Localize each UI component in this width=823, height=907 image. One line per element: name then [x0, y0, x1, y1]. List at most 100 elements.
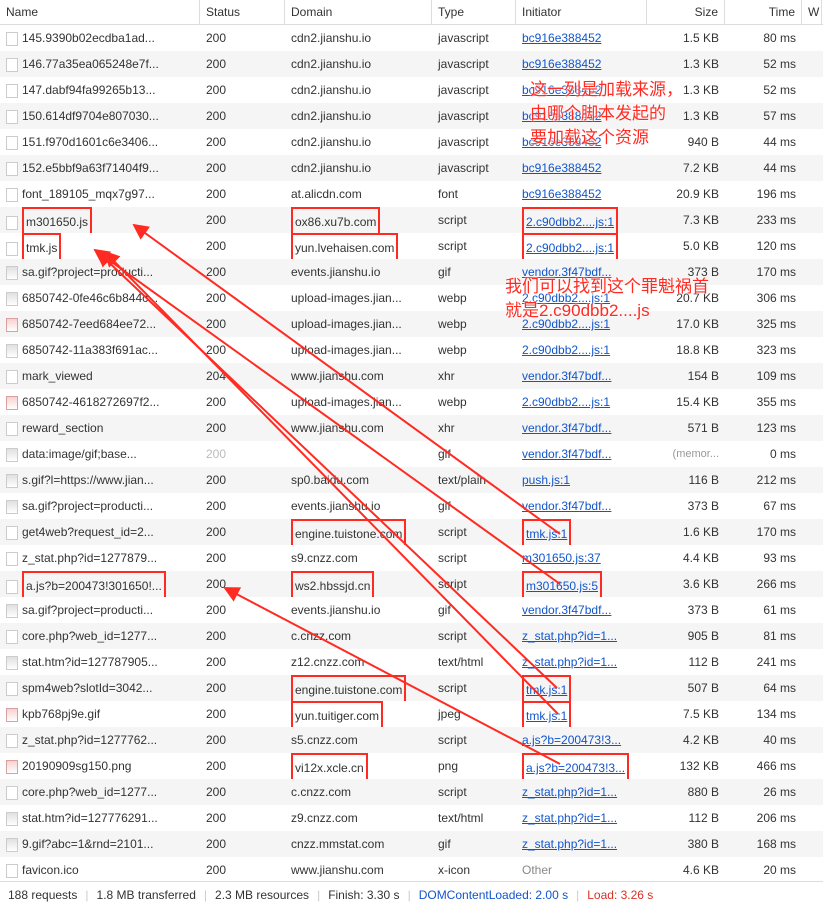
- table-row[interactable]: 151.f970d1601c6e3406...200cdn2.jianshu.i…: [0, 129, 823, 155]
- cell-name[interactable]: 152.e5bbf9a63f71404f9...: [0, 155, 200, 181]
- table-row[interactable]: 6850742-11a383f691ac...200upload-images.…: [0, 337, 823, 363]
- cell-initiator[interactable]: vendor.3f47bdf...: [516, 441, 647, 467]
- cell-initiator[interactable]: 2.c90dbb2....js:1: [516, 207, 647, 233]
- table-row[interactable]: 9.gif?abc=1&rnd=2101...200cnzz.mmstat.co…: [0, 831, 823, 857]
- cell-initiator[interactable]: tmk.js:1: [516, 519, 647, 545]
- cell-initiator[interactable]: vendor.3f47bdf...: [516, 363, 647, 389]
- cell-name[interactable]: data:image/gif;base...: [0, 441, 200, 467]
- header-time[interactable]: Time: [725, 0, 802, 24]
- cell-name[interactable]: 6850742-11a383f691ac...: [0, 337, 200, 363]
- table-row[interactable]: get4web?request_id=2...200engine.tuiston…: [0, 519, 823, 545]
- cell-name[interactable]: 145.9390b02ecdba1ad...: [0, 25, 200, 51]
- cell-initiator[interactable]: 2.c90dbb2....js:1: [516, 285, 647, 311]
- cell-name[interactable]: kpb768pj9e.gif: [0, 701, 200, 727]
- cell-name[interactable]: stat.htm?id=127776291...: [0, 805, 200, 831]
- cell-name[interactable]: mark_viewed: [0, 363, 200, 389]
- cell-name[interactable]: m301650.js: [0, 207, 200, 233]
- cell-initiator[interactable]: a.js?b=200473!3...: [516, 753, 647, 779]
- cell-initiator[interactable]: vendor.3f47bdf...: [516, 493, 647, 519]
- cell-name[interactable]: 6850742-4618272697f2...: [0, 389, 200, 415]
- cell-initiator[interactable]: 2.c90dbb2....js:1: [516, 233, 647, 259]
- table-row[interactable]: kpb768pj9e.gif200yun.tuitiger.comjpegtmk…: [0, 701, 823, 727]
- table-row[interactable]: z_stat.php?id=1277762...200s5.cnzz.comsc…: [0, 727, 823, 753]
- cell-name[interactable]: 150.614df9704e807030...: [0, 103, 200, 129]
- cell-initiator[interactable]: z_stat.php?id=1...: [516, 623, 647, 649]
- table-row[interactable]: 145.9390b02ecdba1ad...200cdn2.jianshu.io…: [0, 25, 823, 51]
- cell-initiator[interactable]: vendor.3f47bdf...: [516, 597, 647, 623]
- cell-initiator[interactable]: m301650.js:37: [516, 545, 647, 571]
- cell-name[interactable]: 20190909sg150.png: [0, 753, 200, 779]
- table-row[interactable]: core.php?web_id=1277...200c.cnzz.comscri…: [0, 623, 823, 649]
- cell-initiator[interactable]: bc916e388452: [516, 129, 647, 155]
- table-row[interactable]: favicon.ico200www.jianshu.comx-iconOther…: [0, 857, 823, 883]
- cell-name[interactable]: 9.gif?abc=1&rnd=2101...: [0, 831, 200, 857]
- table-row[interactable]: reward_section200www.jianshu.comxhrvendo…: [0, 415, 823, 441]
- table-row[interactable]: sa.gif?project=producti...200events.jian…: [0, 493, 823, 519]
- header-type[interactable]: Type: [432, 0, 516, 24]
- table-row[interactable]: stat.htm?id=127787905...200z12.cnzz.comt…: [0, 649, 823, 675]
- cell-name[interactable]: tmk.js: [0, 233, 200, 259]
- cell-name[interactable]: z_stat.php?id=1277762...: [0, 727, 200, 753]
- table-row[interactable]: 152.e5bbf9a63f71404f9...200cdn2.jianshu.…: [0, 155, 823, 181]
- cell-name[interactable]: s.gif?l=https://www.jian...: [0, 467, 200, 493]
- cell-name[interactable]: core.php?web_id=1277...: [0, 779, 200, 805]
- cell-initiator[interactable]: bc916e388452: [516, 155, 647, 181]
- cell-initiator[interactable]: 2.c90dbb2....js:1: [516, 311, 647, 337]
- header-domain[interactable]: Domain: [285, 0, 432, 24]
- cell-name[interactable]: reward_section: [0, 415, 200, 441]
- table-row[interactable]: a.js?b=200473!301650!...200ws2.hbssjd.cn…: [0, 571, 823, 597]
- table-row[interactable]: stat.htm?id=127776291...200z9.cnzz.comte…: [0, 805, 823, 831]
- table-row[interactable]: tmk.js200yun.lvehaisen.comscript2.c90dbb…: [0, 233, 823, 259]
- cell-initiator[interactable]: Other: [516, 857, 647, 883]
- cell-name[interactable]: get4web?request_id=2...: [0, 519, 200, 545]
- cell-name[interactable]: 151.f970d1601c6e3406...: [0, 129, 200, 155]
- cell-initiator[interactable]: m301650.js:5: [516, 571, 647, 597]
- cell-name[interactable]: spm4web?slotId=3042...: [0, 675, 200, 701]
- cell-initiator[interactable]: z_stat.php?id=1...: [516, 649, 647, 675]
- cell-initiator[interactable]: z_stat.php?id=1...: [516, 805, 647, 831]
- cell-name[interactable]: 6850742-7eed684ee72...: [0, 311, 200, 337]
- cell-initiator[interactable]: push.js:1: [516, 467, 647, 493]
- cell-initiator[interactable]: bc916e388452: [516, 103, 647, 129]
- table-row[interactable]: 146.77a35ea065248e7f...200cdn2.jianshu.i…: [0, 51, 823, 77]
- header-size[interactable]: Size: [647, 0, 725, 24]
- table-row[interactable]: 20190909sg150.png200vi12x.xcle.cnpnga.js…: [0, 753, 823, 779]
- header-initiator[interactable]: Initiator: [516, 0, 647, 24]
- cell-initiator[interactable]: bc916e388452: [516, 25, 647, 51]
- table-row[interactable]: data:image/gif;base...200gifvendor.3f47b…: [0, 441, 823, 467]
- table-row[interactable]: core.php?web_id=1277...200c.cnzz.comscri…: [0, 779, 823, 805]
- table-row[interactable]: 6850742-7eed684ee72...200upload-images.j…: [0, 311, 823, 337]
- cell-name[interactable]: favicon.ico: [0, 857, 200, 883]
- table-row[interactable]: sa.gif?project=producti...200events.jian…: [0, 597, 823, 623]
- cell-name[interactable]: 6850742-0fe46c6b844c...: [0, 285, 200, 311]
- cell-name[interactable]: font_189105_mqx7g97...: [0, 181, 200, 207]
- header-name[interactable]: Name: [0, 0, 200, 24]
- table-row[interactable]: 150.614df9704e807030...200cdn2.jianshu.i…: [0, 103, 823, 129]
- cell-name[interactable]: z_stat.php?id=1277879...: [0, 545, 200, 571]
- cell-initiator[interactable]: vendor.3f47bdf...: [516, 415, 647, 441]
- table-row[interactable]: sa.gif?project=producti...200events.jian…: [0, 259, 823, 285]
- cell-initiator[interactable]: z_stat.php?id=1...: [516, 779, 647, 805]
- cell-initiator[interactable]: tmk.js:1: [516, 675, 647, 701]
- cell-name[interactable]: sa.gif?project=producti...: [0, 259, 200, 285]
- table-row[interactable]: z_stat.php?id=1277879...200s9.cnzz.comsc…: [0, 545, 823, 571]
- table-row[interactable]: 147.dabf94fa99265b13...200cdn2.jianshu.i…: [0, 77, 823, 103]
- cell-initiator[interactable]: vendor.3f47bdf...: [516, 259, 647, 285]
- cell-initiator[interactable]: bc916e388452: [516, 77, 647, 103]
- table-row[interactable]: spm4web?slotId=3042...200engine.tuistone…: [0, 675, 823, 701]
- header-waterfall[interactable]: W: [802, 0, 822, 24]
- table-row[interactable]: 6850742-0fe46c6b844c...200upload-images.…: [0, 285, 823, 311]
- table-row[interactable]: 6850742-4618272697f2...200upload-images.…: [0, 389, 823, 415]
- table-row[interactable]: mark_viewed204www.jianshu.comxhrvendor.3…: [0, 363, 823, 389]
- cell-initiator[interactable]: 2.c90dbb2....js:1: [516, 389, 647, 415]
- cell-name[interactable]: 146.77a35ea065248e7f...: [0, 51, 200, 77]
- cell-initiator[interactable]: 2.c90dbb2....js:1: [516, 337, 647, 363]
- table-row[interactable]: font_189105_mqx7g97...200at.alicdn.comfo…: [0, 181, 823, 207]
- cell-name[interactable]: a.js?b=200473!301650!...: [0, 571, 200, 597]
- cell-name[interactable]: 147.dabf94fa99265b13...: [0, 77, 200, 103]
- cell-name[interactable]: sa.gif?project=producti...: [0, 493, 200, 519]
- cell-name[interactable]: stat.htm?id=127787905...: [0, 649, 200, 675]
- cell-initiator[interactable]: a.js?b=200473!3...: [516, 727, 647, 753]
- cell-initiator[interactable]: tmk.js:1: [516, 701, 647, 727]
- cell-initiator[interactable]: bc916e388452: [516, 181, 647, 207]
